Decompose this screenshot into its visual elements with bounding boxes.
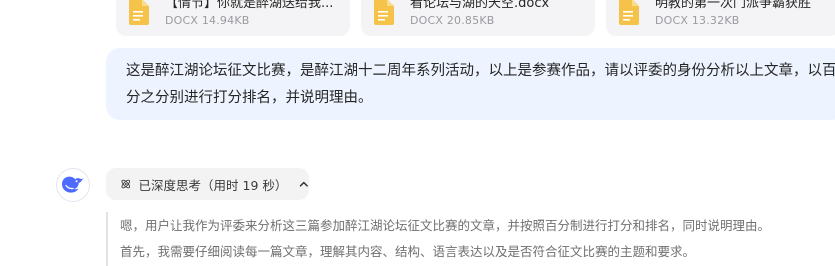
docx-file-icon <box>374 0 394 25</box>
attachment-name: 看论坛与湖的天空.docx <box>410 0 550 11</box>
attachment-meta: DOCX 20.85KB <box>410 14 495 27</box>
chat-page: 【情节】你就是醉湖送给我... DOCX 14.94KB 看论坛与湖的天空.do… <box>0 0 835 266</box>
attachment-list: 【情节】你就是醉湖送给我... DOCX 14.94KB 看论坛与湖的天空.do… <box>116 0 835 36</box>
docx-file-icon <box>129 0 149 25</box>
attachment-name: 【情节】你就是醉湖送给我... <box>165 0 334 11</box>
atom-icon <box>121 179 131 189</box>
attachment-card[interactable]: 看论坛与湖的天空.docx DOCX 20.85KB <box>361 0 595 36</box>
attachment-card[interactable]: 明教的第一次门派争霸获胜 DOCX 13.32KB <box>606 0 835 36</box>
reasoning-content: 嗯，用户让我作为评委来分析这三篇参加醉江湖论坛征文比赛的文章，并按照百分制进行打… <box>106 212 835 266</box>
assistant-avatar <box>56 168 90 202</box>
user-message-bubble: 这是醉江湖论坛征文比赛，是醉江湖十二周年系列活动，以上是参赛作品，请以评委的身份… <box>106 48 835 120</box>
user-message-text: 这是醉江湖论坛征文比赛，是醉江湖十二周年系列活动，以上是参赛作品，请以评委的身份… <box>126 63 835 106</box>
thinking-duration-label: 已深度思考（用时 19 秒） <box>138 177 288 193</box>
attachment-meta: DOCX 14.94KB <box>165 14 250 27</box>
deep-thinking-toggle[interactable]: 已深度思考（用时 19 秒） <box>106 168 309 200</box>
docx-file-icon <box>619 0 639 25</box>
reasoning-line: 嗯，用户让我作为评委来分析这三篇参加醉江湖论坛征文比赛的文章，并按照百分制进行打… <box>120 218 771 233</box>
whale-logo-icon <box>62 176 84 193</box>
attachment-meta: DOCX 13.32KB <box>655 14 740 27</box>
attachment-name: 明教的第一次门派争霸获胜 <box>655 0 812 11</box>
chevron-up-icon <box>300 181 309 187</box>
reasoning-line: 首先，我需要仔细阅读每一篇文章，理解其内容、结构、语言表达以及是否符合征文比赛的… <box>120 244 696 259</box>
attachment-card[interactable]: 【情节】你就是醉湖送给我... DOCX 14.94KB <box>116 0 350 36</box>
